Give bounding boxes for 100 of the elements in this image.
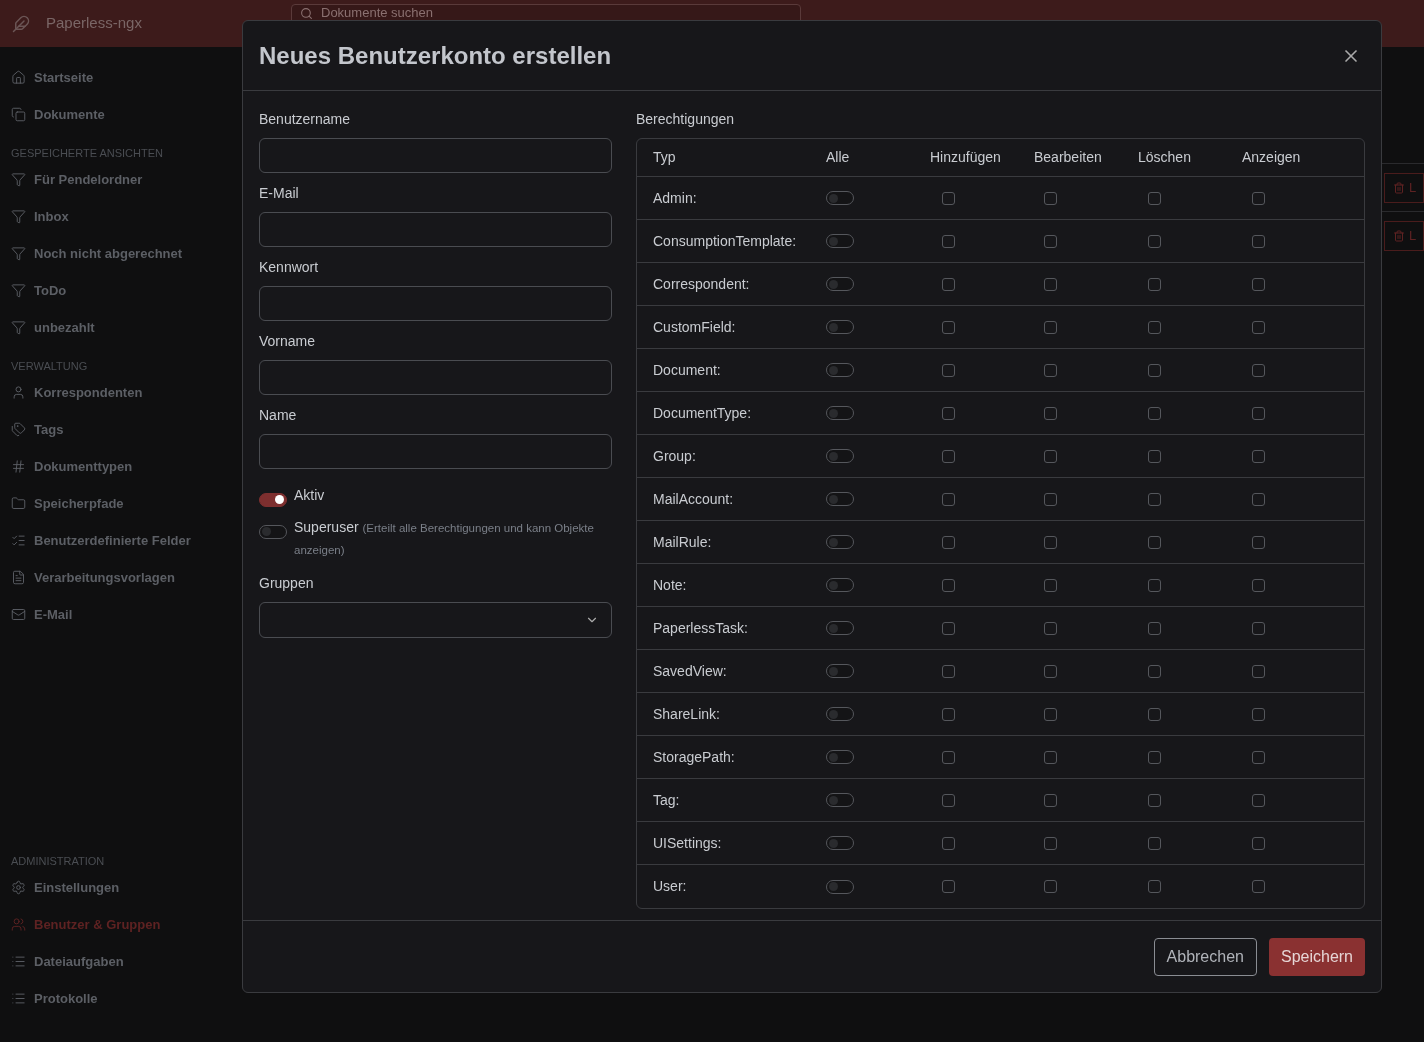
sidebar-item[interactable]: Korrespondenten [0,374,242,411]
checkbox[interactable] [942,320,955,334]
toggle-switch[interactable] [826,449,854,463]
checkbox[interactable] [942,750,955,764]
checkbox[interactable] [1044,750,1057,764]
toggle-switch[interactable] [826,363,854,377]
toggle-switch[interactable] [826,277,854,291]
checkbox[interactable] [1044,492,1057,506]
toggle-switch[interactable] [826,320,854,334]
checkbox[interactable] [1252,191,1265,205]
checkbox[interactable] [1044,406,1057,420]
toggle-switch[interactable] [259,492,287,507]
checkbox[interactable] [942,880,955,893]
sidebar-item[interactable]: Benutzerdefinierte Felder [0,522,242,559]
sidebar-item[interactable]: Tags [0,411,242,448]
checkbox[interactable] [1148,793,1161,807]
checkbox[interactable] [942,535,955,549]
sidebar-item[interactable]: unbezahlt [0,309,242,346]
checkbox[interactable] [1148,621,1161,635]
checkbox[interactable] [1044,880,1057,893]
checkbox[interactable] [1044,621,1057,635]
checkbox[interactable] [1252,707,1265,721]
checkbox[interactable] [1252,320,1265,334]
checkbox[interactable] [1252,406,1265,420]
checkbox[interactable] [1148,664,1161,678]
checkbox[interactable] [1148,707,1161,721]
checkbox[interactable] [942,707,955,721]
checkbox[interactable] [1252,621,1265,635]
checkbox[interactable] [942,406,955,420]
toggle-switch[interactable] [826,492,854,506]
checkbox[interactable] [1044,664,1057,678]
checkbox[interactable] [942,578,955,592]
input-field[interactable] [259,286,612,321]
toggle-switch[interactable] [826,793,854,807]
sidebar-item[interactable]: Dokumente [0,96,242,133]
checkbox[interactable] [1148,320,1161,334]
cancel-button[interactable]: Abbrechen [1153,937,1257,976]
checkbox[interactable] [1148,535,1161,549]
checkbox[interactable] [1252,578,1265,592]
checkbox[interactable] [1148,750,1161,764]
checkbox[interactable] [1252,535,1265,549]
checkbox[interactable] [1252,492,1265,506]
toggle-switch[interactable] [826,535,854,549]
groups-select[interactable] [259,602,612,638]
toggle-switch[interactable] [826,191,854,205]
checkbox[interactable] [1044,836,1057,850]
toggle-switch[interactable] [826,578,854,592]
checkbox[interactable] [1252,664,1265,678]
save-button[interactable]: Speichern [1268,937,1365,976]
checkbox[interactable] [1044,363,1057,377]
sidebar-item[interactable]: Inbox [0,198,242,235]
checkbox[interactable] [942,363,955,377]
checkbox[interactable] [942,793,955,807]
checkbox[interactable] [942,277,955,291]
checkbox[interactable] [1044,707,1057,721]
checkbox[interactable] [1148,234,1161,248]
sidebar-item[interactable]: Noch nicht abgerechnet [0,235,242,272]
input-field[interactable] [259,360,612,395]
checkbox[interactable] [1148,277,1161,291]
checkbox[interactable] [942,664,955,678]
delete-button[interactable]: L [1384,172,1424,203]
checkbox[interactable] [942,191,955,205]
sidebar-item[interactable]: Speicherpfade [0,485,242,522]
checkbox[interactable] [1044,793,1057,807]
input-field[interactable] [259,212,612,247]
toggle-switch[interactable] [259,524,287,539]
toggle-switch[interactable] [826,707,854,721]
checkbox[interactable] [1148,191,1161,205]
sidebar-item[interactable]: Dokumenttypen [0,448,242,485]
sidebar-item[interactable]: Benutzer & Gruppen [0,906,242,943]
checkbox[interactable] [1252,836,1265,850]
input-field[interactable] [259,434,612,469]
checkbox[interactable] [1148,836,1161,850]
toggle-switch[interactable] [826,621,854,635]
checkbox[interactable] [1044,277,1057,291]
sidebar-item[interactable]: Für Pendelordner [0,161,242,198]
sidebar-item[interactable]: Dateiaufgaben [0,943,242,980]
checkbox[interactable] [1252,793,1265,807]
toggle-switch[interactable] [826,664,854,678]
sidebar-item[interactable]: E-Mail [0,596,242,633]
delete-button[interactable]: L [1384,220,1424,251]
checkbox[interactable] [942,836,955,850]
checkbox[interactable] [942,449,955,463]
checkbox[interactable] [1148,880,1161,893]
checkbox[interactable] [1044,449,1057,463]
checkbox[interactable] [942,621,955,635]
checkbox[interactable] [1252,449,1265,463]
toggle-switch[interactable] [826,836,854,850]
checkbox[interactable] [942,492,955,506]
checkbox[interactable] [1148,406,1161,420]
checkbox[interactable] [1252,880,1265,893]
checkbox[interactable] [1044,234,1057,248]
checkbox[interactable] [1148,363,1161,377]
checkbox[interactable] [1148,449,1161,463]
checkbox[interactable] [1148,578,1161,592]
toggle-switch[interactable] [826,879,854,894]
toggle-switch[interactable] [826,750,854,764]
sidebar-item[interactable]: Startseite [0,59,242,96]
checkbox[interactable] [942,234,955,248]
toggle-switch[interactable] [826,406,854,420]
